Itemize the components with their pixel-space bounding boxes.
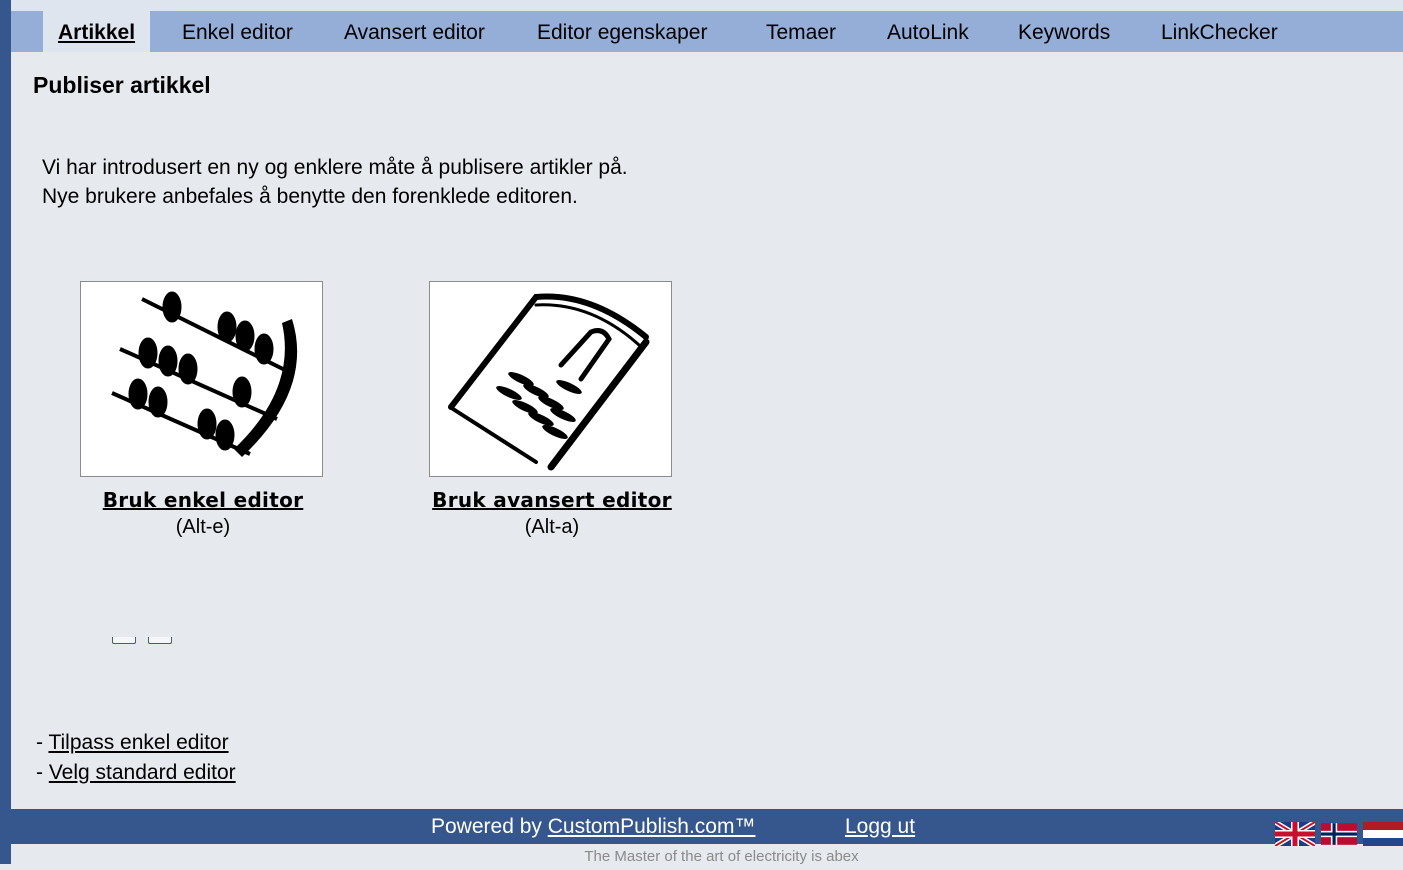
- tiny-widgets: [112, 637, 172, 644]
- advanced-editor-image[interactable]: [429, 281, 672, 477]
- uk-flag-icon[interactable]: [1275, 822, 1315, 846]
- choose-default-editor-link[interactable]: Velg standard editor: [49, 761, 236, 784]
- tab-enkel-editor[interactable]: Enkel editor: [182, 11, 293, 52]
- tiny-button-1[interactable]: [112, 637, 136, 644]
- left-border: [0, 0, 11, 864]
- tab-keywords[interactable]: Keywords: [1018, 11, 1110, 52]
- option-prefix: -: [36, 761, 49, 784]
- footer-bar: Powered by CustomPublish.com™ Logg ut: [11, 809, 1403, 846]
- page-title: Publiser artikkel: [33, 72, 211, 98]
- simple-editor-image[interactable]: [80, 281, 323, 477]
- advanced-editor-link[interactable]: Bruk avansert editor: [429, 488, 675, 512]
- tab-linkchecker[interactable]: LinkChecker: [1161, 11, 1278, 52]
- intro-line-1: Vi har introdusert en ny og enklere måte…: [42, 156, 628, 179]
- tab-autolink[interactable]: AutoLink: [887, 11, 969, 52]
- footer-tagline: The Master of the art of electricity is …: [584, 848, 859, 865]
- tab-avansert-editor[interactable]: Avansert editor: [344, 11, 485, 52]
- option-default-row: - Velg standard editor: [36, 758, 236, 788]
- tab-artikkel[interactable]: Artikkel: [43, 11, 151, 52]
- simple-editor-link[interactable]: Bruk enkel editor: [80, 488, 326, 512]
- intro-line-2: Nye brukere anbefales å benytte den fore…: [42, 185, 578, 208]
- tab-temaer[interactable]: Temaer: [766, 11, 836, 52]
- advanced-editor-card: Bruk avansert editor (Alt-a): [429, 281, 675, 539]
- norway-flag-icon[interactable]: [1321, 822, 1357, 846]
- customize-simple-editor-link[interactable]: Tilpass enkel editor: [48, 731, 228, 754]
- language-flags: [1275, 822, 1403, 846]
- tab-editor-egenskaper[interactable]: Editor egenskaper: [537, 11, 707, 52]
- abacus-icon: [110, 291, 297, 457]
- simple-editor-card: Bruk enkel editor (Alt-e): [80, 281, 326, 539]
- advanced-editor-hotkey: (Alt-a): [524, 516, 580, 538]
- powered-by: Powered by CustomPublish.com™: [431, 815, 755, 839]
- notepad-pen-icon: [447, 293, 649, 470]
- option-prefix: -: [36, 731, 49, 754]
- brand-link[interactable]: CustomPublish.com™: [548, 815, 756, 838]
- logout-link[interactable]: Logg ut: [845, 815, 915, 839]
- netherlands-flag-icon[interactable]: [1363, 822, 1403, 846]
- option-customize-row: - Tilpass enkel editor: [36, 728, 236, 758]
- option-links: - Tilpass enkel editor - Velg standard e…: [36, 728, 236, 788]
- tiny-button-2[interactable]: [148, 637, 172, 644]
- simple-editor-hotkey: (Alt-e): [175, 516, 231, 538]
- powered-by-prefix: Powered by: [431, 815, 548, 838]
- intro-text: Vi har introdusert en ny og enklere måte…: [42, 153, 628, 211]
